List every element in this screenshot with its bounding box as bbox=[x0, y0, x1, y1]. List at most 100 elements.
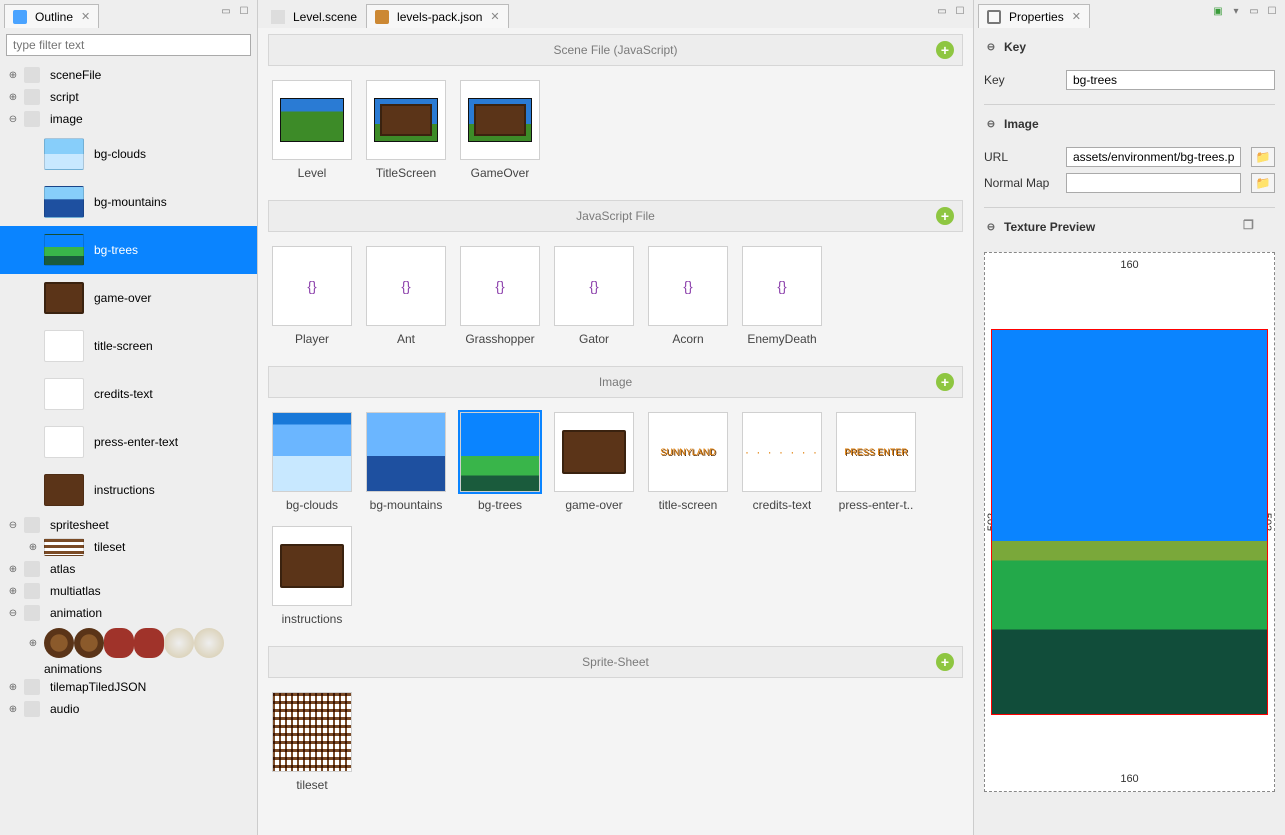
close-icon[interactable]: ✕ bbox=[1072, 10, 1081, 23]
section-title: Image bbox=[599, 375, 632, 389]
tree-node-animations[interactable]: animations bbox=[0, 624, 257, 676]
tree-node-audio[interactable]: audio bbox=[0, 698, 257, 720]
tab-label: levels-pack.json bbox=[397, 10, 482, 24]
expand-icon[interactable] bbox=[6, 68, 20, 82]
tree-node-game-over[interactable]: game-over bbox=[0, 274, 257, 322]
add-button[interactable]: + bbox=[936, 373, 954, 391]
collapse-icon[interactable] bbox=[6, 518, 20, 532]
expand-icon[interactable] bbox=[6, 680, 20, 694]
card-bg-trees[interactable]: bg-trees bbox=[460, 412, 540, 512]
add-button[interactable]: + bbox=[936, 41, 954, 59]
card-player[interactable]: {}Player bbox=[272, 246, 352, 346]
section-label: Image bbox=[1004, 117, 1039, 131]
minimize-icon[interactable]: ▭ bbox=[219, 4, 233, 18]
tree-node-image[interactable]: image bbox=[0, 108, 257, 130]
editor-panel: Level.scene levels-pack.json ✕ ▭ ☐ Scene… bbox=[258, 0, 973, 835]
preview-width-top: 160 bbox=[1120, 259, 1138, 271]
card-gator[interactable]: {}Gator bbox=[554, 246, 634, 346]
card-label: TitleScreen bbox=[376, 166, 436, 180]
minimize-icon[interactable]: ▭ bbox=[1247, 4, 1261, 18]
card-label: title-screen bbox=[659, 498, 718, 512]
card-titlescreen[interactable]: TitleScreen bbox=[366, 80, 446, 180]
card-tileset[interactable]: tileset bbox=[272, 692, 352, 792]
tree-node-atlas[interactable]: atlas bbox=[0, 558, 257, 580]
card-ant[interactable]: {}Ant bbox=[366, 246, 446, 346]
settings-icon[interactable]: ❐ bbox=[1243, 218, 1261, 236]
collapse-icon[interactable] bbox=[984, 40, 998, 54]
editor-toolbar: ▭ ☐ bbox=[935, 4, 967, 18]
expand-icon[interactable] bbox=[26, 540, 40, 554]
tree-node-bg-mountains[interactable]: bg-mountains bbox=[0, 178, 257, 226]
animation-strip-icon bbox=[40, 628, 224, 658]
section-jsfile: JavaScript File + {}Player {}Ant {}Grass… bbox=[268, 200, 963, 360]
card-enemydeath[interactable]: {} EnemyDeath bbox=[742, 246, 822, 346]
browse-button[interactable]: 📁 bbox=[1251, 173, 1275, 193]
properties-tab[interactable]: Properties ✕ bbox=[978, 4, 1090, 28]
card-title-screen[interactable]: title-screen bbox=[648, 412, 728, 512]
expand-icon[interactable] bbox=[6, 584, 20, 598]
tree-node-title-screen[interactable]: title-screen bbox=[0, 322, 257, 370]
maximize-icon[interactable]: ☐ bbox=[953, 4, 967, 18]
card-label: Gator bbox=[579, 332, 609, 346]
section-title: Scene File (JavaScript) bbox=[553, 43, 677, 57]
thumb-icon bbox=[44, 282, 84, 314]
tab-levels-pack[interactable]: levels-pack.json ✕ bbox=[366, 4, 509, 28]
thumb-icon bbox=[44, 538, 84, 556]
tree-node-tileset[interactable]: tileset bbox=[0, 536, 257, 558]
tree-node-bg-trees[interactable]: bg-trees bbox=[0, 226, 257, 274]
thumb-icon bbox=[44, 378, 84, 410]
close-icon[interactable]: ✕ bbox=[490, 10, 499, 23]
tree-node-scenefile[interactable]: sceneFile bbox=[0, 64, 257, 86]
collapse-icon[interactable] bbox=[6, 112, 20, 126]
collapse-icon[interactable] bbox=[984, 220, 998, 234]
browse-button[interactable]: 📁 bbox=[1251, 147, 1275, 167]
normal-input[interactable] bbox=[1066, 173, 1241, 193]
card-grasshopper[interactable]: {}Grasshopper bbox=[460, 246, 540, 346]
maximize-icon[interactable]: ☐ bbox=[237, 4, 251, 18]
menu-icon[interactable]: ▾ bbox=[1229, 4, 1243, 18]
card-game-over[interactable]: game-over bbox=[554, 412, 634, 512]
expand-icon[interactable] bbox=[6, 562, 20, 576]
card-bg-clouds[interactable]: bg-clouds bbox=[272, 412, 352, 512]
key-input[interactable] bbox=[1066, 70, 1275, 90]
properties-icon bbox=[987, 10, 1001, 24]
tree-node-instructions[interactable]: instructions bbox=[0, 466, 257, 514]
minimize-icon[interactable]: ▭ bbox=[935, 4, 949, 18]
url-input[interactable] bbox=[1066, 147, 1241, 167]
tab-level-scene[interactable]: Level.scene bbox=[262, 4, 366, 28]
close-icon[interactable]: ✕ bbox=[81, 10, 90, 23]
card-instructions[interactable]: instructions bbox=[272, 526, 352, 626]
js-icon: {} bbox=[742, 246, 822, 326]
collapse-icon[interactable] bbox=[984, 117, 998, 131]
card-thumb bbox=[460, 412, 540, 492]
card-thumb bbox=[366, 412, 446, 492]
card-press-enter[interactable]: press-enter-t.. bbox=[836, 412, 916, 512]
card-thumb bbox=[554, 412, 634, 492]
card-level[interactable]: Level bbox=[272, 80, 352, 180]
card-acorn[interactable]: {}Acorn bbox=[648, 246, 728, 346]
maximize-icon[interactable]: ☐ bbox=[1265, 4, 1279, 18]
tree-node-multiatlas[interactable]: multiatlas bbox=[0, 580, 257, 602]
outline-tab[interactable]: Outline ✕ bbox=[4, 4, 99, 28]
tree-node-press-enter[interactable]: press-enter-text bbox=[0, 418, 257, 466]
expand-icon[interactable] bbox=[26, 636, 40, 650]
tree-node-spritesheet[interactable]: spritesheet bbox=[0, 514, 257, 536]
filter-input[interactable] bbox=[6, 34, 251, 56]
type-icon bbox=[24, 605, 40, 621]
add-button[interactable]: + bbox=[936, 207, 954, 225]
card-bg-mountains[interactable]: bg-mountains bbox=[366, 412, 446, 512]
card-credits-text[interactable]: credits-text bbox=[742, 412, 822, 512]
expand-icon[interactable] bbox=[6, 90, 20, 104]
tree-label: bg-trees bbox=[94, 243, 138, 257]
tree-node-animation[interactable]: animation bbox=[0, 602, 257, 624]
card-label: EnemyDeath bbox=[747, 332, 816, 346]
collapse-icon[interactable] bbox=[6, 606, 20, 620]
new-icon[interactable]: ▣ bbox=[1211, 4, 1225, 18]
tree-node-bg-clouds[interactable]: bg-clouds bbox=[0, 130, 257, 178]
add-button[interactable]: + bbox=[936, 653, 954, 671]
expand-icon[interactable] bbox=[6, 702, 20, 716]
card-gameover[interactable]: GameOver bbox=[460, 80, 540, 180]
tree-node-tilemap[interactable]: tilemapTiledJSON bbox=[0, 676, 257, 698]
tree-node-credits-text[interactable]: credits-text bbox=[0, 370, 257, 418]
tree-node-script[interactable]: script bbox=[0, 86, 257, 108]
